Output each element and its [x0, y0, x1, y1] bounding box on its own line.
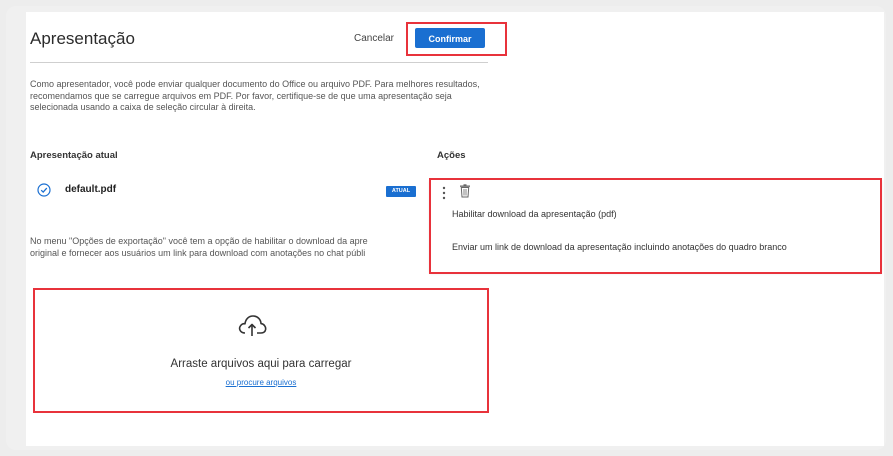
actions-highlight-box — [429, 178, 882, 274]
cancel-button[interactable]: Cancelar — [351, 29, 397, 49]
export-note-line-1: No menu "Opções de exportação" você tem … — [30, 236, 368, 246]
upload-highlight-box — [33, 288, 489, 413]
export-options-note: No menu "Opções de exportação" você tem … — [30, 236, 432, 266]
export-note-line-2: original e fornecer aos usuários um link… — [30, 247, 366, 258]
file-name: default.pdf — [65, 184, 117, 195]
confirm-highlight-box — [406, 22, 507, 56]
actions-header: Ações — [437, 150, 466, 161]
current-presentation-header: Apresentação atual — [30, 150, 118, 161]
title-divider — [30, 62, 488, 63]
dialog-title: Apresentação — [30, 29, 135, 48]
dialog-description: Como apresentador, você pode enviar qual… — [30, 79, 480, 112]
check-circle-icon[interactable] — [37, 183, 51, 197]
current-badge: ATUAL — [386, 186, 416, 197]
